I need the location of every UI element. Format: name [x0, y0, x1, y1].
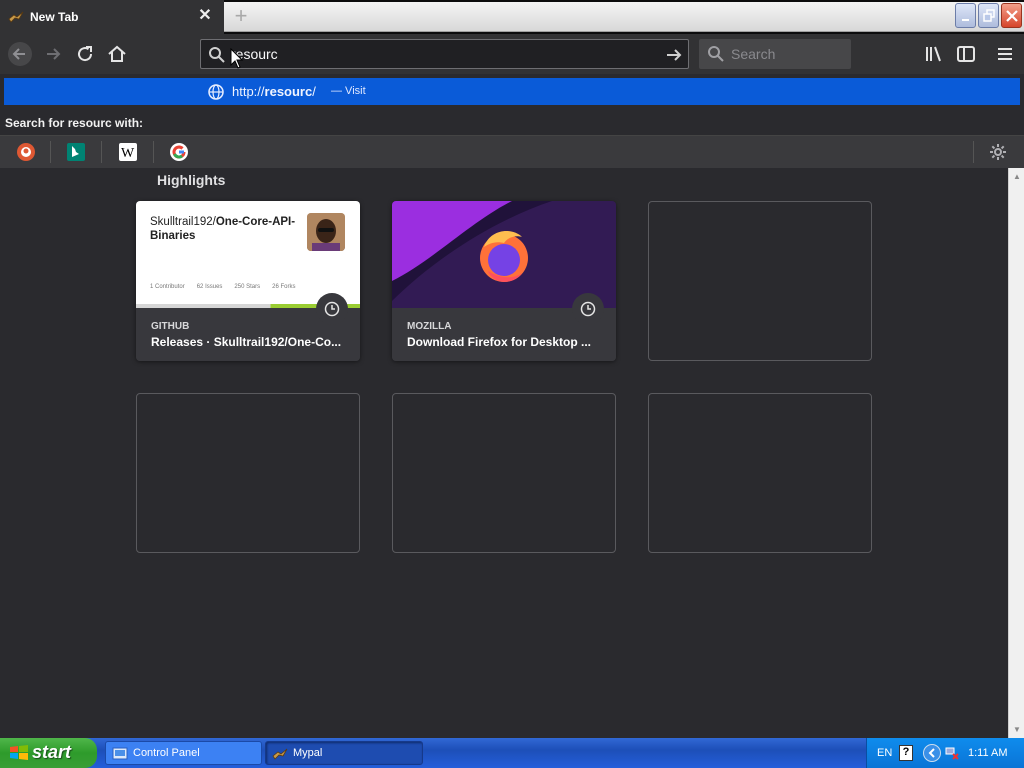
wikipedia-engine-button[interactable]: W — [119, 143, 137, 161]
language-indicator[interactable]: EN — [877, 747, 892, 759]
stat-forks: 26 Forks — [272, 284, 296, 290]
task-label: Control Panel — [133, 747, 200, 759]
start-label: start — [32, 742, 72, 762]
highlight-card-mozilla[interactable]: MOZILLA Download Firefox for Desktop ... — [392, 201, 616, 361]
card-source: GITHUB — [151, 321, 190, 332]
avatar — [307, 213, 345, 251]
card-thumbnail — [392, 201, 616, 308]
clock-icon — [580, 301, 596, 317]
library-icon[interactable] — [922, 42, 946, 66]
clock-badge — [572, 293, 604, 325]
google-icon — [172, 145, 186, 159]
stat-issues: 62 Issues — [196, 284, 223, 290]
scroll-down-icon[interactable]: ▼ — [1013, 725, 1021, 734]
show-hidden-icons-button[interactable] — [923, 744, 941, 762]
highlight-card-github[interactable]: Skulltrail192/One-Core-API-Binaries 1 Co… — [136, 201, 360, 361]
wikipedia-icon: W — [121, 146, 135, 161]
scroll-up-icon[interactable]: ▲ — [1013, 172, 1021, 181]
menu-icon[interactable] — [993, 42, 1017, 66]
close-icon — [1006, 10, 1018, 22]
new-tab-button[interactable]: + — [231, 5, 251, 27]
search-icon — [209, 47, 225, 63]
windows-logo-icon — [10, 745, 28, 760]
minimize-button[interactable] — [955, 3, 976, 28]
restore-button[interactable] — [978, 3, 999, 28]
reload-icon[interactable] — [73, 42, 97, 66]
tab-close-icon[interactable]: ✕ — [196, 7, 214, 25]
card-source: MOZILLA — [407, 321, 452, 332]
empty-card-placeholder — [392, 393, 616, 553]
forward-icon[interactable] — [41, 42, 65, 66]
mypal-icon — [272, 748, 288, 760]
close-window-button[interactable] — [1001, 3, 1022, 28]
search-icon — [708, 46, 724, 62]
home-icon[interactable] — [105, 42, 129, 66]
suggestion-row-visit[interactable]: http://resourc/ — Visit — [4, 78, 1020, 105]
task-label: Mypal — [293, 747, 323, 759]
url-bar[interactable] — [200, 39, 689, 69]
restore-icon — [983, 9, 995, 22]
empty-card-placeholder — [136, 393, 360, 553]
chevron-left-icon — [928, 748, 935, 758]
search-with-label: Search for resourc with: — [5, 116, 144, 130]
empty-card-placeholder — [648, 393, 872, 553]
mypal-icon — [8, 11, 24, 23]
suggestion-url: http://resourc/ — [232, 84, 316, 99]
tab-new-tab[interactable]: New Tab ✕ — [0, 0, 224, 34]
network-icon[interactable] — [944, 745, 960, 761]
newtab-page: Highlights Skulltrail192/One-Core-API-Bi… — [0, 168, 1008, 738]
start-button[interactable]: start — [0, 738, 97, 768]
duckduckgo-engine-button[interactable] — [17, 143, 35, 161]
duckduckgo-icon — [21, 147, 31, 157]
minimize-icon — [962, 19, 969, 21]
thumbnail-title: Skulltrail192/One-Core-API-Binaries — [150, 216, 296, 242]
system-tray: EN ? 1:11 AM — [866, 738, 1024, 768]
url-suggestions-panel: http://resourc/ — Visit Search for resou… — [0, 74, 1024, 168]
go-arrow-icon[interactable] — [665, 46, 683, 64]
suggestion-action: — Visit — [331, 85, 366, 97]
one-off-search-engines: W — [0, 135, 1024, 168]
gear-icon[interactable] — [989, 143, 1007, 161]
back-icon[interactable] — [8, 42, 32, 66]
mouse-cursor-icon — [230, 48, 244, 69]
google-engine-button[interactable] — [170, 143, 188, 161]
help-icon[interactable]: ? — [899, 745, 913, 761]
firefox-banner — [392, 201, 616, 308]
card-thumbnail: Skulltrail192/One-Core-API-Binaries 1 Co… — [136, 201, 360, 308]
divider — [101, 141, 102, 163]
search-bar[interactable] — [699, 39, 851, 69]
tab-strip-background — [224, 2, 1024, 32]
highlights-heading: Highlights — [157, 172, 226, 188]
globe-icon — [208, 84, 224, 100]
tab-title: New Tab — [30, 10, 79, 24]
taskbar-item-control-panel[interactable]: Control Panel — [105, 741, 262, 765]
clock-icon — [324, 301, 340, 317]
divider — [973, 141, 974, 163]
vertical-scrollbar[interactable]: ▲ ▼ — [1008, 168, 1024, 738]
url-input[interactable] — [231, 43, 651, 65]
stat-stars: 250 Stars — [234, 284, 261, 290]
taskbar: start Control Panel Mypal EN ? 1:11 AM — [0, 738, 1024, 768]
sidebar-icon[interactable] — [954, 42, 978, 66]
divider — [50, 141, 51, 163]
bing-icon — [72, 146, 79, 157]
card-title: Download Firefox for Desktop ... — [407, 335, 592, 349]
divider — [153, 141, 154, 163]
taskbar-item-mypal[interactable]: Mypal — [265, 741, 423, 765]
search-input[interactable] — [731, 43, 846, 65]
title-bar: New Tab ✕ + — [0, 0, 1024, 34]
stat-contributors: 1 Contributor — [150, 284, 185, 290]
control-panel-icon — [112, 747, 128, 760]
avatar-photo — [307, 213, 345, 251]
empty-card-placeholder — [648, 201, 872, 361]
clock-badge — [316, 293, 348, 325]
bing-engine-button[interactable] — [67, 143, 85, 161]
card-title: Releases · Skulltrail192/One-Co... — [151, 335, 342, 349]
svg-text:W: W — [121, 146, 135, 161]
clock[interactable]: 1:11 AM — [968, 747, 1008, 759]
nav-toolbar — [0, 34, 1024, 74]
repo-stats: 1 Contributor 62 Issues 250 Stars 26 For… — [150, 284, 350, 290]
